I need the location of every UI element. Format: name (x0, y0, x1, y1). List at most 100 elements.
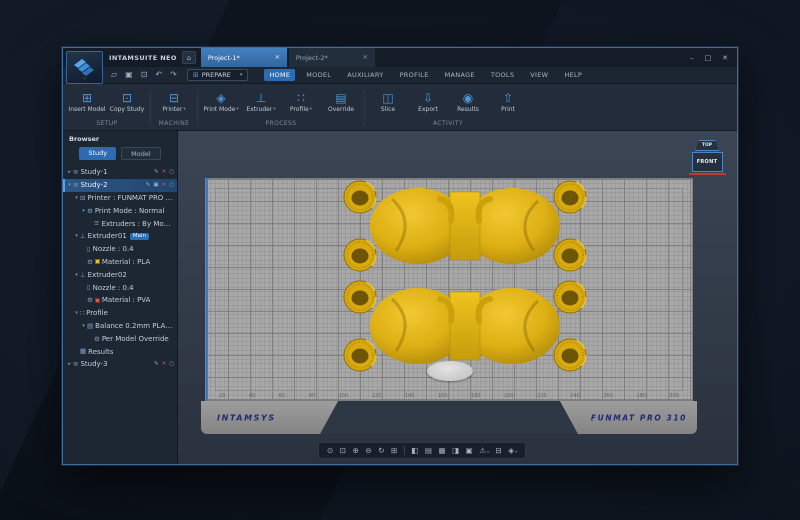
box-select-icon[interactable]: ⊡ (340, 447, 346, 455)
minimize-button[interactable]: – (690, 54, 694, 62)
model-part[interactable] (344, 181, 586, 271)
tree-row-print-mode-node[interactable]: ▾⚙Print Mode : Normal (63, 204, 177, 217)
tree-arrow-icon[interactable]: ▸ (66, 361, 73, 367)
tree-row-profile-node[interactable]: ▾∷Profile (63, 307, 177, 320)
status-icon[interactable]: ○ (169, 361, 174, 367)
status-icon[interactable]: ○ (169, 169, 174, 175)
extruder-button[interactable]: ⊥Extruder▾ (241, 86, 281, 119)
tree-row-study-3[interactable]: ▸≋Study-3✎✕○ (63, 358, 177, 371)
fit-view-icon[interactable]: ⊞ (391, 447, 397, 455)
tab-tools[interactable]: TOOLS (486, 69, 519, 81)
browser-tab-study[interactable]: Study (79, 147, 116, 160)
tree-arrow-icon[interactable]: ▾ (80, 208, 87, 214)
viewport-3d[interactable]: 2040608010012014016018020022024026028030… (178, 131, 737, 464)
ruler-tick-label: 240 (570, 393, 580, 399)
edit-icon[interactable]: ✎ (146, 182, 151, 188)
export-button[interactable]: ⇩Export (408, 86, 448, 119)
delete-icon[interactable]: ✕ (162, 182, 167, 188)
project-tab-2[interactable]: Project-2*✕ (289, 48, 375, 67)
tab-model[interactable]: MODEL (301, 69, 336, 81)
tree-arrow-icon[interactable]: ▾ (73, 195, 80, 201)
model-parts[interactable] (334, 179, 596, 375)
tree-row-nozzle2-node[interactable]: ▯Nozzle : 0.4 (63, 281, 177, 294)
perspective-icon[interactable]: ◈▾ (508, 447, 517, 455)
view-translucent-icon[interactable]: ◨ (452, 447, 459, 455)
save-icon[interactable]: ▣ (125, 71, 133, 79)
desktop-background: ⌄ INTAMSUITE NEO ⌂ Project-1*✕Project-2*… (0, 0, 800, 520)
build-plate-icon[interactable]: ⊟ (496, 447, 502, 455)
printer-button[interactable]: ⊟Printer▾ (154, 86, 194, 119)
tree-row-balance-node[interactable]: ▾▤Balance 0.2mm PLA&PVA (63, 320, 177, 333)
insert-model-button[interactable]: ⊞Insert Model (67, 86, 107, 119)
tree-arrow-icon[interactable]: ▾ (80, 323, 87, 329)
redo-icon[interactable]: ↷ (170, 71, 177, 79)
rotate-view-icon[interactable]: ↻ (378, 447, 384, 455)
view-cube[interactable]: TOP FRONT (687, 140, 727, 175)
tab-help[interactable]: HELP (559, 69, 587, 81)
print-button[interactable]: ⇧Print (488, 86, 528, 119)
tree-arrow-icon[interactable]: ▸ (66, 169, 73, 175)
tree-row-study-1[interactable]: ▸≋Study-1✎✕○ (63, 166, 177, 179)
tree-row-material1-node[interactable]: ⚙Material : PLA (63, 256, 177, 269)
results-icon: ▦ (80, 348, 86, 355)
tree-arrow-icon[interactable]: ▾ (73, 310, 80, 316)
zoom-in-icon[interactable]: ⊕ (353, 447, 359, 455)
import-icon[interactable]: ▱ (111, 71, 117, 79)
view-wireframe-icon[interactable]: ▤ (425, 447, 432, 455)
tree-row-results-node[interactable]: ▦Results (63, 345, 177, 358)
maximize-button[interactable]: □ (705, 54, 712, 62)
toolbar-separator (404, 446, 405, 455)
ruler-tick-label: 60 (279, 393, 285, 399)
tree-row-study-2[interactable]: ▾≋Study-2✎▣✕○ (63, 179, 177, 192)
copy-study-button[interactable]: ⊡Copy Study (107, 86, 147, 119)
delete-icon[interactable]: ✕ (162, 361, 167, 367)
zoom-out-icon[interactable]: ⊖ (365, 447, 371, 455)
override-button[interactable]: ▤Override (321, 86, 361, 119)
tab-view[interactable]: VIEW (525, 69, 553, 81)
tree-arrow-icon[interactable]: ▾ (73, 272, 80, 278)
view-solid-icon[interactable]: ◧ (411, 447, 418, 455)
slice-button[interactable]: ◫Slice (368, 86, 408, 119)
select-icon[interactable]: ⊙ (327, 447, 333, 455)
tree-row-nozzle1-node[interactable]: ▯Nozzle : 0.4 (63, 243, 177, 256)
quick-access-bar: ▱ ▣ ⊡ ↶ ↷ ⊞ PREPARE ▾ HOME MODEL AUXILIARY PROF… (63, 67, 737, 84)
tree-arrow-icon[interactable]: ▾ (66, 182, 73, 188)
tree-row-per-model-override-node[interactable]: ⚙Per Model Override (63, 332, 177, 345)
print-mode-button[interactable]: ◈Print Mode▾ (201, 86, 241, 119)
project-tab-1[interactable]: Project-1*✕ (201, 48, 287, 67)
app-logo[interactable]: ⌄ (66, 51, 103, 84)
prepare-icon: ⊞ (193, 71, 199, 79)
package-icon[interactable]: ⊡ (141, 71, 148, 79)
results-button[interactable]: ◉Results (448, 86, 488, 119)
close-tab-icon[interactable]: ✕ (363, 54, 368, 61)
close-tab-icon[interactable]: ✕ (275, 54, 280, 61)
edit-icon[interactable]: ✎ (154, 361, 159, 367)
status-icon[interactable]: ○ (169, 182, 174, 188)
view-cube-top[interactable]: TOP (695, 140, 719, 151)
mode-select[interactable]: ⊞ PREPARE ▾ (187, 69, 249, 81)
browser-tab-model[interactable]: Model (121, 147, 161, 160)
profile-button[interactable]: ∷Profile▾ (281, 86, 321, 119)
close-button[interactable]: ✕ (722, 54, 728, 62)
tree-row-extruder01-node[interactable]: ▾⊥Extruder01Main (63, 230, 177, 243)
tree-arrow-icon[interactable]: ▾ (73, 233, 80, 239)
view-layers-icon[interactable]: ▦ (438, 447, 445, 455)
home-button[interactable]: ⌂ (182, 51, 196, 64)
tree-row-printer-node[interactable]: ▾⊟Printer : FUNMAT PRO 310 (63, 192, 177, 205)
tree-row-extruder02-node[interactable]: ▾⊥Extruder02 (63, 268, 177, 281)
tab-profile[interactable]: PROFILE (395, 69, 434, 81)
edit-icon[interactable]: ✎ (154, 169, 159, 175)
view-cube-front[interactable]: FRONT (692, 152, 723, 172)
tree-row-material2-node[interactable]: ⚙Material : PVA (63, 294, 177, 307)
tab-home[interactable]: HOME (264, 69, 295, 81)
insert-model-icon: ⊞ (82, 92, 92, 104)
tree-row-extruders-node[interactable]: ≡Extruders : By Model (63, 217, 177, 230)
tab-auxiliary[interactable]: AUXILIARY (342, 69, 388, 81)
view-support-icon[interactable]: ▣ (466, 447, 473, 455)
copy-icon[interactable]: ▣ (153, 182, 158, 188)
delete-icon[interactable]: ✕ (162, 169, 167, 175)
tree-label: Results (88, 348, 113, 356)
warning-icon[interactable]: ⚠▾ (479, 447, 489, 455)
tab-manage[interactable]: MANAGE (440, 69, 480, 81)
undo-icon[interactable]: ↶ (155, 71, 162, 79)
